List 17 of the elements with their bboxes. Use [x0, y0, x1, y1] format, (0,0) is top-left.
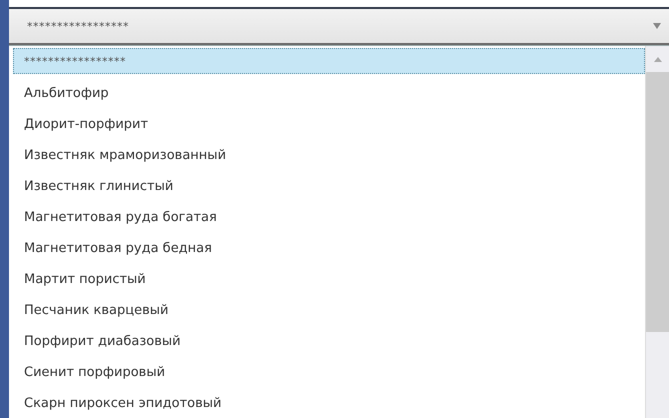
list-item[interactable]: Мартит пористый	[13, 264, 645, 295]
list-item[interactable]: Магнетитовая руда богатая	[13, 202, 645, 233]
list-item[interactable]: Известняк глинистый	[13, 171, 645, 202]
scrollbar[interactable]	[645, 46, 669, 418]
list-item[interactable]: Скарн пироксен эпидотовый	[13, 388, 645, 418]
caret-icon	[653, 23, 661, 29]
list-item[interactable]: Сиенит порфировый	[13, 357, 645, 388]
list-item[interactable]: Известняк мраморизованный	[13, 140, 645, 171]
list-item[interactable]: *****************	[13, 48, 645, 74]
combo-box[interactable]: *****************	[9, 7, 669, 45]
list-item[interactable]: Песчаник кварцевый	[13, 295, 645, 326]
list-item[interactable]: Альбитофир	[13, 78, 645, 109]
list-item[interactable]: Магнетитовая руда бедная	[13, 233, 645, 264]
list-item[interactable]: Порфирит диабазовый	[13, 326, 645, 357]
scroll-thumb[interactable]	[646, 72, 669, 332]
list-item[interactable]: Диорит-порфирит	[13, 109, 645, 140]
scroll-up-icon[interactable]	[654, 56, 662, 62]
